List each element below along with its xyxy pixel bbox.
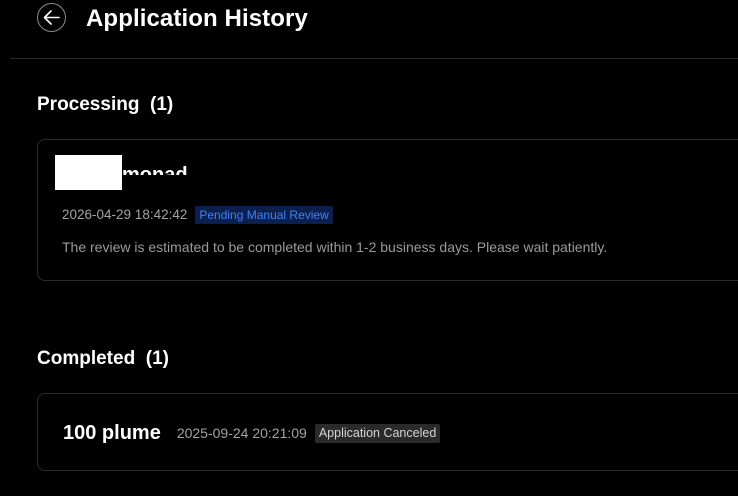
arrow-left-icon xyxy=(43,10,60,25)
completed-application-card[interactable]: 100 plume 2025-09-24 20:21:09 Applicatio… xyxy=(37,393,738,471)
processing-application-card[interactable]: monad 2026-04-29 18:42:42 Pending Manual… xyxy=(37,139,738,281)
asset-name: monad xyxy=(122,165,188,185)
completed-timestamp: 2025-09-24 20:21:09 xyxy=(176,425,307,441)
status-badge-canceled: Application Canceled xyxy=(314,423,441,443)
completed-amount: 100 plume xyxy=(63,422,161,444)
processing-meta-row: 2026-04-29 18:42:42 Pending Manual Revie… xyxy=(62,206,333,224)
processing-title: Processing xyxy=(37,94,140,115)
completed-title: Completed xyxy=(37,348,136,369)
processing-section-title: Processing (1) xyxy=(37,93,173,117)
completed-count: (1) xyxy=(145,348,169,369)
back-button[interactable] xyxy=(37,3,66,32)
page-header: Application History xyxy=(0,0,738,58)
status-badge-pending: Pending Manual Review xyxy=(195,206,333,224)
processing-count: (1) xyxy=(150,94,174,115)
completed-section-title: Completed (1) xyxy=(37,347,169,371)
page-title: Application History xyxy=(86,5,308,32)
review-note: The review is estimated to be completed … xyxy=(62,239,608,255)
processing-timestamp: 2026-04-29 18:42:42 xyxy=(62,207,188,222)
header-divider xyxy=(10,58,738,59)
completed-row: 100 plume 2025-09-24 20:21:09 Applicatio… xyxy=(63,421,441,445)
redaction-block xyxy=(55,155,122,190)
